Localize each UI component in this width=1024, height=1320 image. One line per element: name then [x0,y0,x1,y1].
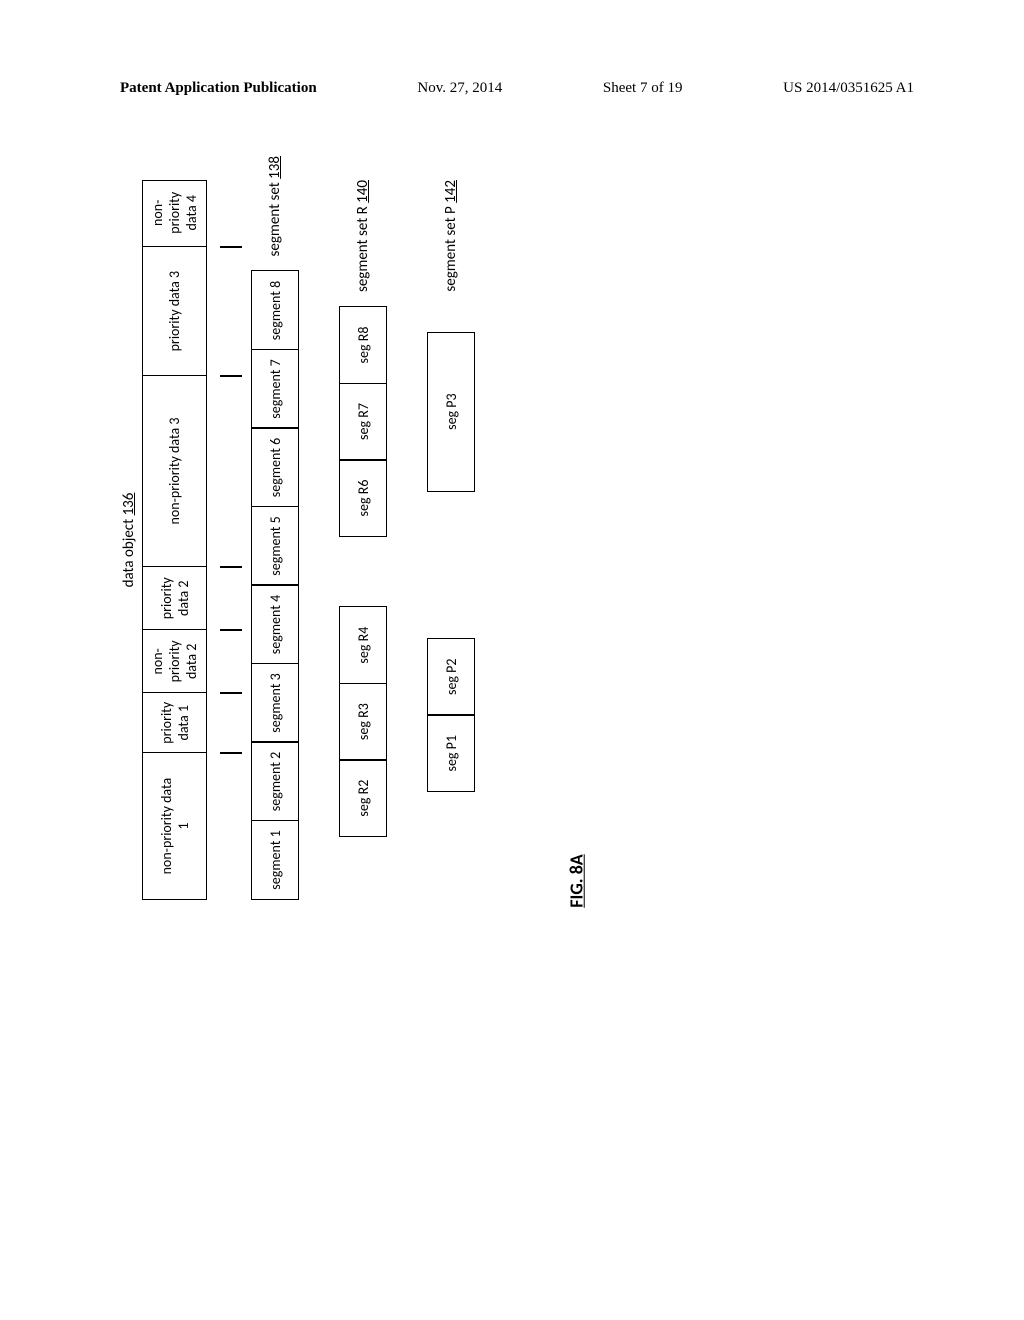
segment-set-p-label: segment set P 142 [442,180,460,292]
segment-set-r-label: segment set R 140 [354,180,372,292]
figure-label: FIG. 8A [566,854,588,907]
diagram-container: data object 136 non-priority data 1prior… [120,180,860,900]
data-object-title: data object [120,519,138,588]
data-object-ref: 136 [120,493,138,516]
data-object-cell: non- priority data 4 [143,179,206,246]
segment-set-p-group: seg P1seg P2 seg P3 segment set P 142 [427,180,475,900]
header-sheet: Sheet 7 of 19 [603,80,683,97]
connector-line [220,692,242,694]
data-object-cell: non- priority data 2 [143,629,206,692]
connector-row [217,180,245,900]
segment-set-r-group: seg R2seg R3seg R4 seg R6seg R7seg R8 se… [339,180,387,900]
segment-set-group: segment 1segment 2segment 3segment 4segm… [251,180,299,900]
segment-set-label: segment set 138 [266,156,284,257]
data-object-cell: non-priority data 1 [143,752,206,899]
segment-set-r-group1: seg R2seg R3seg R4 [339,606,387,837]
page-header: Patent Application Publication Nov. 27, … [0,80,1024,97]
segment-cell: seg P2 [427,638,475,716]
segment-cell: seg P1 [427,714,475,792]
segment-cell: segment 8 [251,271,299,351]
segment-set-row: segment 1segment 2segment 3segment 4segm… [251,271,299,901]
connector-line [220,752,242,754]
segment-cell: segment 6 [251,428,299,508]
segment-cell: segment 1 [251,820,299,900]
connector-line [220,246,242,248]
segment-cell: segment 5 [251,506,299,586]
data-object-cell: priority data 1 [143,692,206,752]
segment-cell: seg R8 [339,306,387,384]
segment-cell: seg P3 [427,332,475,492]
segment-cell: segment 4 [251,585,299,665]
segment-set-p-group2: seg P3 [427,332,475,492]
segment-set-p-group1: seg P1seg P2 [427,638,475,793]
connector-line [220,566,242,568]
segment-cell: seg R4 [339,606,387,684]
data-object-row: non-priority data 1priority data 1non- p… [142,180,207,900]
segment-cell: segment 7 [251,349,299,429]
data-object-cell: non-priority data 3 [143,375,206,566]
header-right: US 2014/0351625 A1 [783,80,914,97]
data-object-title-row: data object 136 [120,180,138,900]
segment-cell: seg R7 [339,383,387,461]
connector-line [220,375,242,377]
segment-set-r-group2: seg R6seg R7seg R8 [339,306,387,537]
segment-cell: seg R6 [339,459,387,537]
header-left: Patent Application Publication [120,80,317,97]
segment-cell: segment 2 [251,742,299,822]
segment-cell: seg R3 [339,683,387,761]
header-date: Nov. 27, 2014 [417,80,502,97]
connector-line [220,629,242,631]
data-object-cell: priority data 3 [143,246,206,374]
segment-cell: segment 3 [251,663,299,743]
segment-cell: seg R2 [339,759,387,837]
data-object-cell: priority data 2 [143,566,206,629]
